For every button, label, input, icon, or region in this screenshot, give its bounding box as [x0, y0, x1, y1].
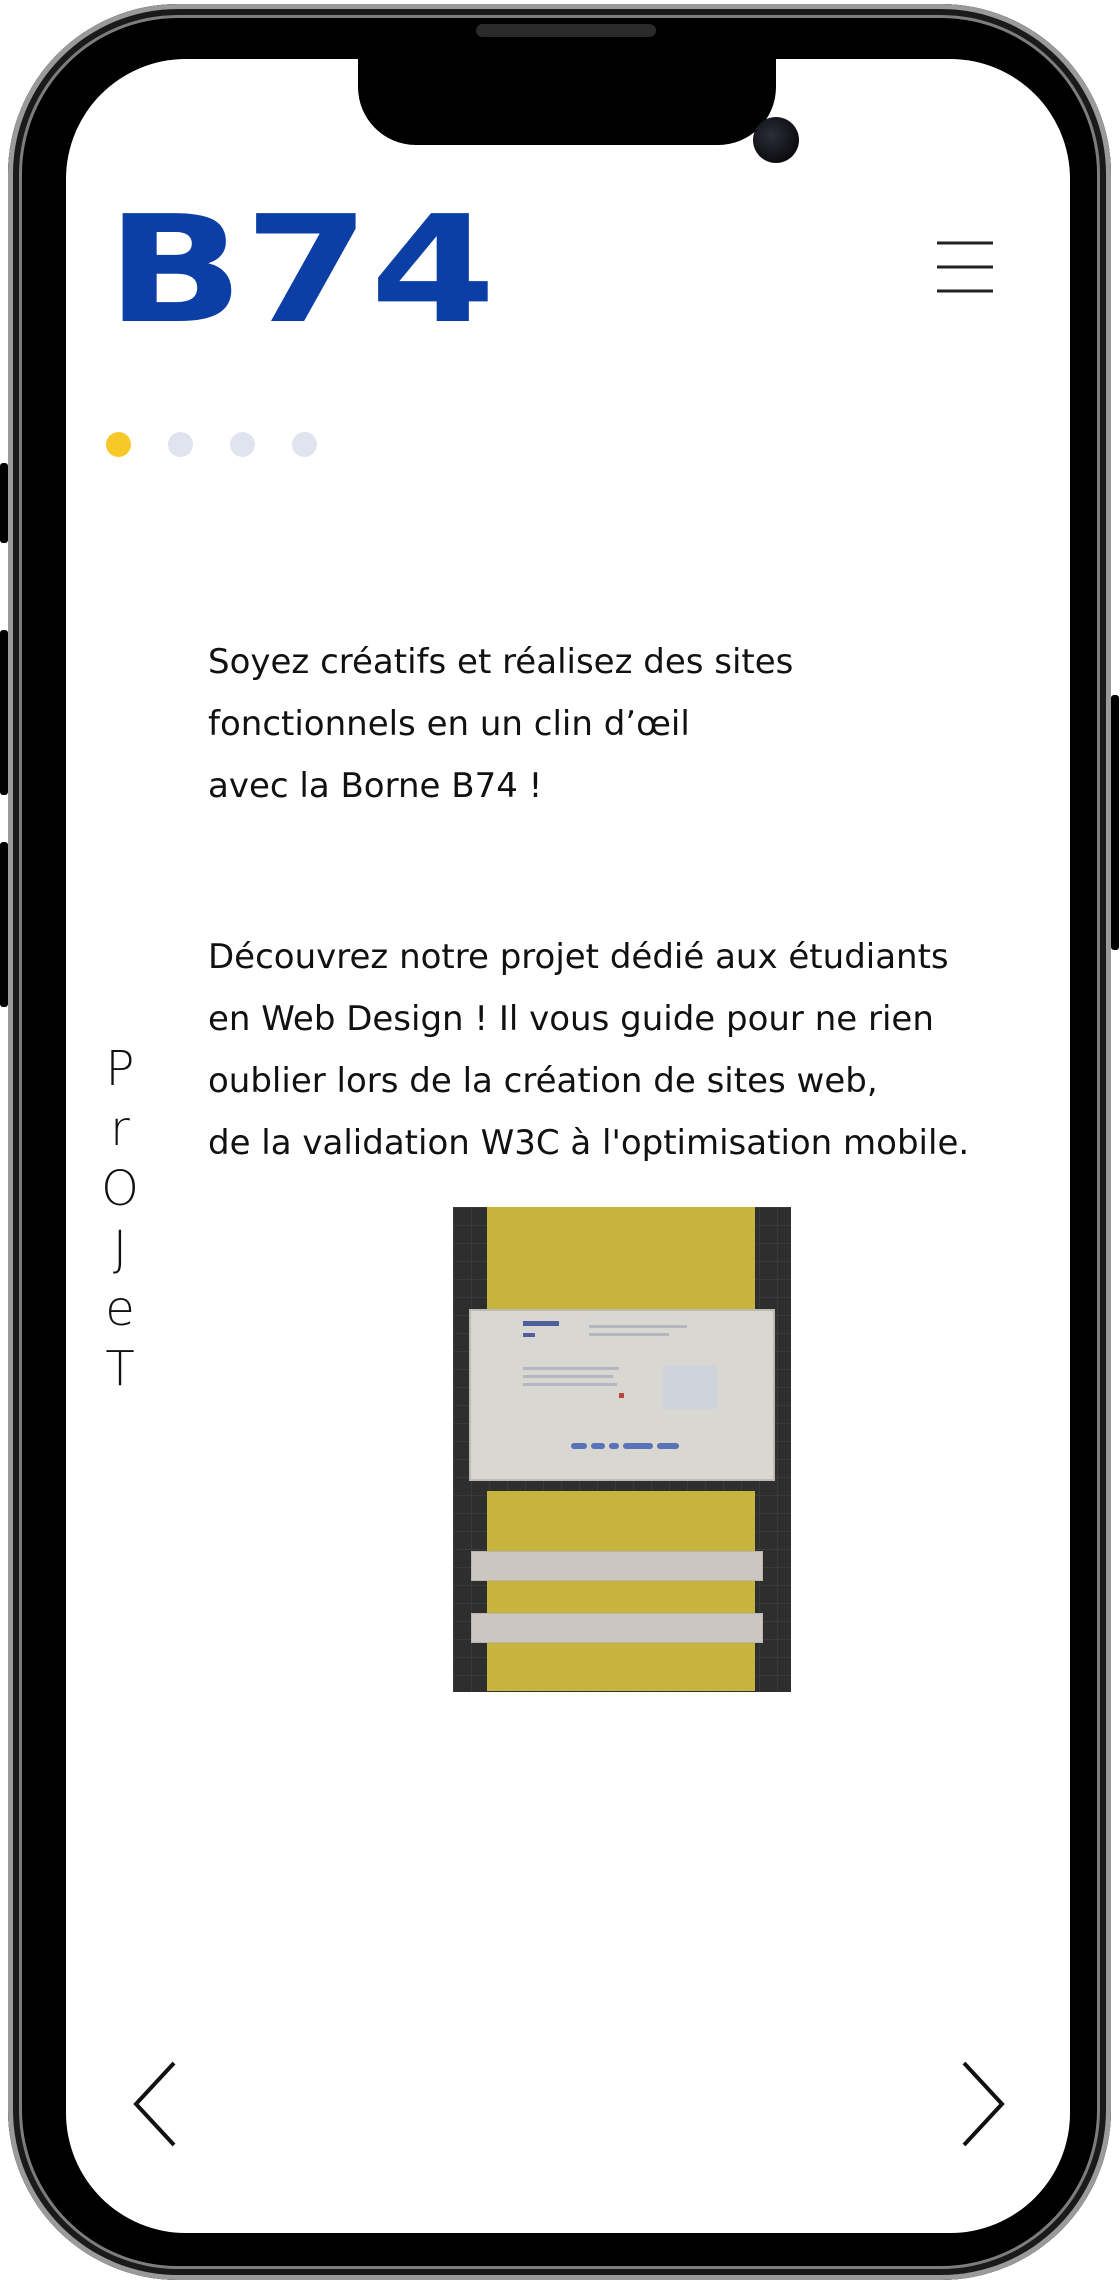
mockup-title-line [523, 1321, 559, 1326]
mockup-yellow-top [487, 1207, 755, 1311]
side-label-letter: T [105, 1341, 135, 1397]
mockup-text-line [523, 1383, 617, 1386]
mockup-text-line [523, 1367, 619, 1370]
phone-frame: B74 P r O J e T Soyez créatifs et réalis… [8, 4, 1111, 2280]
mockup-pill-button [571, 1443, 587, 1449]
phone-speaker [476, 24, 656, 37]
hamburger-icon [937, 241, 993, 293]
phone-screen: B74 P r O J e T Soyez créatifs et réalis… [66, 59, 1070, 2233]
mockup-text-line [589, 1325, 687, 1328]
power-button [1111, 695, 1119, 950]
mockup-red-mark [619, 1393, 624, 1398]
mockup-yellow-bottom [487, 1491, 755, 1691]
mockup-text-line [523, 1375, 613, 1378]
carousel-dot-2[interactable] [168, 432, 193, 457]
project-description: Découvrez notre projet dédié aux étudian… [208, 937, 970, 1163]
next-slide-button[interactable] [952, 2059, 1012, 2149]
side-label-letter: e [105, 1281, 135, 1337]
previous-slide-button[interactable] [126, 2059, 186, 2149]
volume-up-button [0, 630, 8, 795]
side-label-letter: O [101, 1161, 139, 1217]
mockup-screen-card [469, 1309, 775, 1481]
mockup-pill-button [623, 1443, 653, 1449]
mockup-pill-button [657, 1443, 679, 1449]
mockup-text-line [589, 1333, 669, 1336]
mockup-bar [471, 1613, 763, 1643]
intro-paragraph: Soyez créatifs et réalisez des sites fon… [208, 642, 794, 806]
logo-text: B74 [106, 203, 496, 331]
mockup-title-line [523, 1333, 535, 1337]
carousel-dot-1-active[interactable] [106, 432, 131, 457]
phone-notch [358, 59, 799, 163]
mockup-pill-button [609, 1443, 619, 1449]
side-label-letter: r [110, 1101, 130, 1157]
camera-icon [753, 117, 799, 163]
side-label-letter: P [105, 1041, 135, 1097]
side-label-letter: J [112, 1221, 128, 1277]
side-label-projet: P r O J e T [90, 1039, 150, 1399]
b74-logo[interactable]: B74 [106, 203, 498, 331]
mockup-pill-button [591, 1443, 605, 1449]
hamburger-menu-button[interactable] [937, 235, 993, 299]
borne-b74-mockup-image [453, 1207, 791, 1692]
carousel-dot-3[interactable] [230, 432, 255, 457]
mockup-bar [471, 1551, 763, 1581]
chevron-left-icon [133, 2061, 176, 2147]
carousel-dot-4[interactable] [292, 432, 317, 457]
mockup-icon-box [663, 1365, 717, 1409]
silent-switch [0, 463, 8, 543]
volume-down-button [0, 842, 8, 1007]
chevron-right-icon [962, 2061, 1005, 2147]
